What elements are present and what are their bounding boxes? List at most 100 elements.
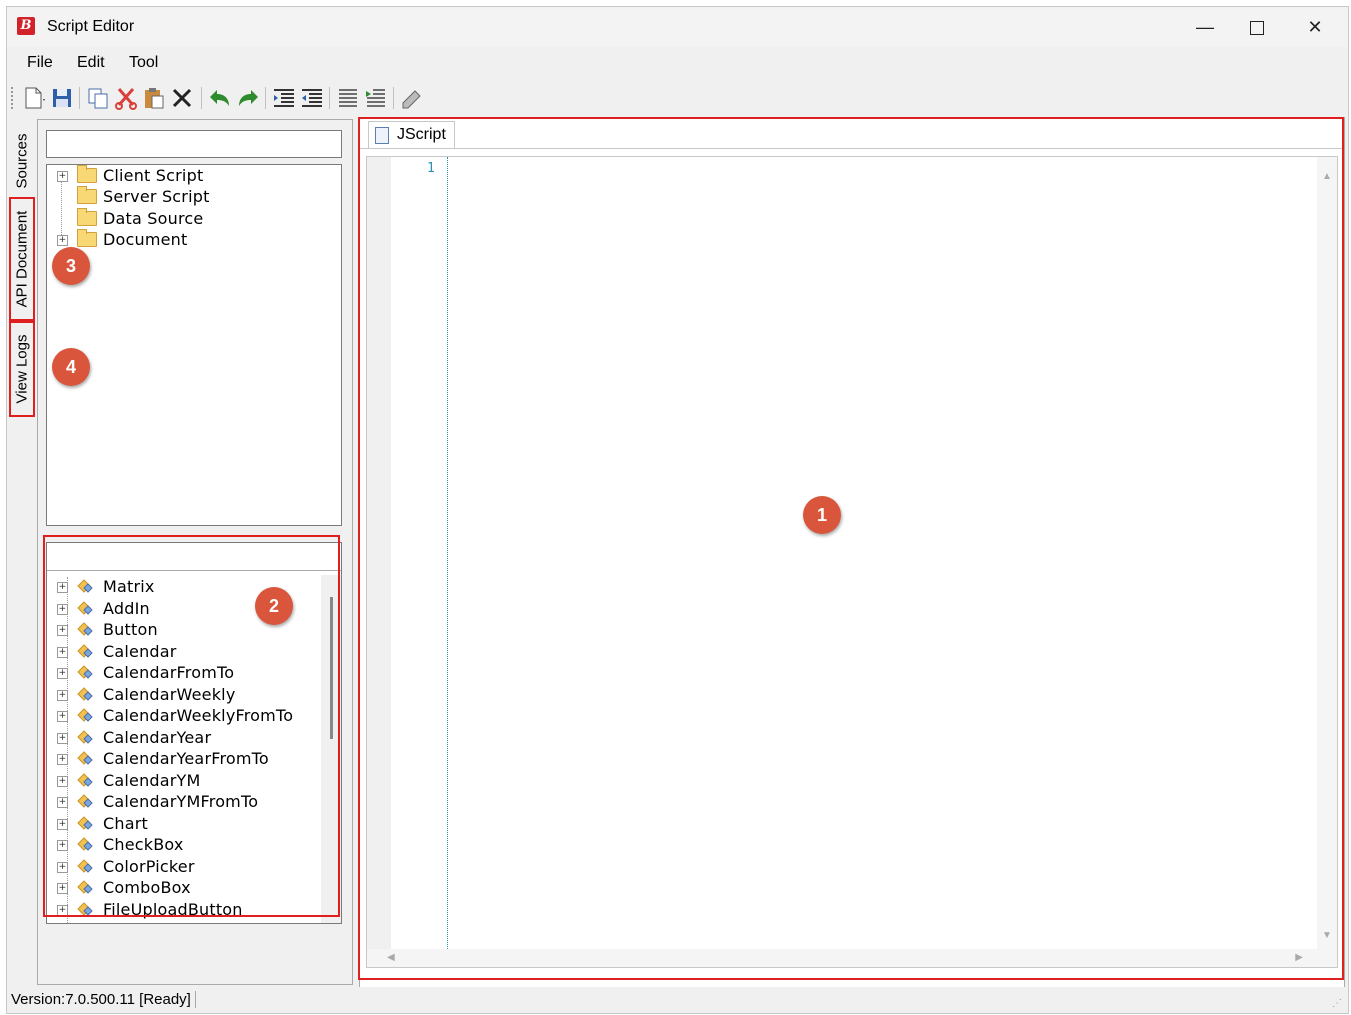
component-icon [77, 729, 93, 744]
maximize-button[interactable] [1234, 13, 1280, 41]
code-text-area[interactable]: 1 ▲ ▼ ◀ ▶ [366, 156, 1338, 968]
expand-icon[interactable]: + [57, 603, 68, 615]
tab-jscript[interactable]: JScript [368, 121, 455, 148]
expand-icon[interactable]: + [57, 235, 68, 246]
expand-icon[interactable]: + [57, 732, 68, 744]
app-logo-icon: B [17, 17, 35, 35]
marker-2: 2 [255, 587, 293, 625]
folder-icon [77, 208, 97, 226]
scroll-up-icon[interactable]: ▲ [1322, 171, 1332, 182]
toolbar-grip[interactable] [11, 87, 15, 109]
tree-item-label: FileUploadButton [103, 899, 243, 919]
format-icon[interactable] [335, 85, 361, 111]
delete-icon[interactable] [169, 85, 195, 111]
api-tree-scrollbar[interactable] [321, 575, 341, 923]
expand-icon[interactable]: + [57, 689, 68, 701]
tab-view-logs[interactable]: View Logs [9, 321, 35, 417]
copy-icon[interactable] [85, 85, 111, 111]
scroll-right-icon[interactable]: ▶ [1295, 952, 1303, 963]
tree-item-label: Button [103, 620, 158, 639]
tab-sources[interactable]: Sources [11, 125, 33, 197]
expand-icon[interactable]: + [57, 883, 68, 894]
line-number: 1 [427, 161, 435, 176]
component-icon [77, 665, 93, 679]
tab-sources-label: Sources [13, 133, 31, 189]
menu-file[interactable]: File [27, 54, 53, 72]
api-document-tree[interactable]: + Matrix + AddIn + Button + Calendar + CalendarFr… [46, 542, 342, 924]
tab-api-document-label: API Document [13, 210, 31, 308]
tab-view-logs-label: View Logs [13, 334, 31, 404]
component-icon [77, 880, 93, 894]
tree-item-label: Chart [103, 813, 148, 833]
new-icon[interactable] [21, 85, 47, 111]
expand-icon[interactable]: + [57, 775, 68, 787]
tree-item-label: ComboBox [103, 878, 191, 897]
expand-icon[interactable]: + [57, 818, 68, 830]
align-icon[interactable] [363, 85, 389, 111]
script-editor-window: B Script Editor — ✕ File Edit Tool Sourc… [6, 6, 1349, 1014]
editor-horizontal-scrollbar[interactable]: ◀ ▶ [367, 949, 1337, 967]
window-title: Script Editor [47, 18, 135, 35]
save-icon[interactable] [49, 85, 75, 111]
editor-vertical-scrollbar[interactable]: ▲ ▼ [1317, 157, 1337, 967]
sources-tree[interactable]: + Client Script Server Script Data Sourc… [46, 164, 342, 526]
code-editor-panel: JScript 1 ▲ ▼ ◀ ▶ [359, 117, 1345, 989]
scroll-down-icon[interactable]: ▼ [1322, 930, 1332, 941]
expand-icon[interactable]: + [57, 861, 68, 873]
indent-icon[interactable] [271, 85, 297, 111]
comment-icon[interactable] [399, 85, 425, 111]
expand-icon[interactable]: + [57, 171, 68, 182]
undo-icon[interactable] [207, 85, 233, 111]
toolbar-separator [201, 87, 202, 109]
expand-icon[interactable]: + [57, 625, 68, 636]
tree-item-label: CalendarYear [103, 727, 212, 747]
marker-1: 1 [803, 496, 841, 534]
redo-icon[interactable] [235, 85, 261, 111]
folder-icon [77, 229, 97, 247]
minimize-button[interactable]: — [1182, 13, 1228, 41]
sources-search-input[interactable] [46, 130, 342, 158]
component-icon [77, 622, 93, 636]
paste-icon[interactable] [141, 85, 167, 111]
expand-icon[interactable]: + [57, 904, 68, 916]
expand-icon[interactable]: + [57, 711, 68, 722]
gutter-divider [447, 157, 448, 967]
editor-tab-bar: JScript [360, 118, 1344, 149]
tree-item-label: CalendarYMFromTo [103, 792, 259, 811]
tree-item-label: CalendarFromTo [103, 663, 235, 682]
menu-tool[interactable]: Tool [129, 54, 158, 72]
tree-item-label: Client Script [103, 166, 204, 185]
resize-grip-icon[interactable]: ⋰ [1332, 998, 1342, 1009]
api-search-input[interactable] [47, 543, 341, 571]
tree-item-label: ColorPicker [103, 856, 195, 876]
scrollbar-thumb[interactable] [330, 597, 333, 739]
component-icon [77, 794, 93, 808]
editor-gutter [367, 157, 391, 967]
component-icon [77, 772, 93, 787]
expand-icon[interactable]: + [57, 668, 68, 679]
tab-api-document[interactable]: API Document [9, 197, 35, 321]
menu-edit[interactable]: Edit [77, 54, 105, 72]
expand-icon[interactable]: + [57, 840, 68, 851]
document-icon [375, 127, 389, 144]
scroll-left-icon[interactable]: ◀ [387, 952, 395, 963]
tree-item-label: CalendarYM [103, 770, 201, 790]
outdent-icon[interactable] [299, 85, 325, 111]
expand-icon[interactable]: + [57, 797, 68, 808]
side-tab-strip: Sources API Document View Logs [7, 119, 37, 989]
cut-icon[interactable] [113, 85, 139, 111]
folder-icon [77, 186, 97, 204]
expand-icon[interactable]: + [57, 646, 68, 658]
maximize-icon [1250, 21, 1264, 36]
expand-icon[interactable]: + [57, 754, 68, 765]
close-button[interactable]: ✕ [1292, 13, 1338, 41]
tree-guide-line [61, 175, 62, 241]
component-icon [77, 686, 93, 701]
tree-item-label: Calendar [103, 641, 177, 661]
component-icon [77, 837, 93, 851]
toolbar-separator [265, 87, 266, 109]
tree-item-label: CalendarYearFromTo [103, 749, 269, 768]
expand-icon[interactable]: + [57, 582, 68, 593]
tree-item-label: Document [103, 230, 188, 249]
tree-item-label: Data Source [103, 209, 204, 228]
